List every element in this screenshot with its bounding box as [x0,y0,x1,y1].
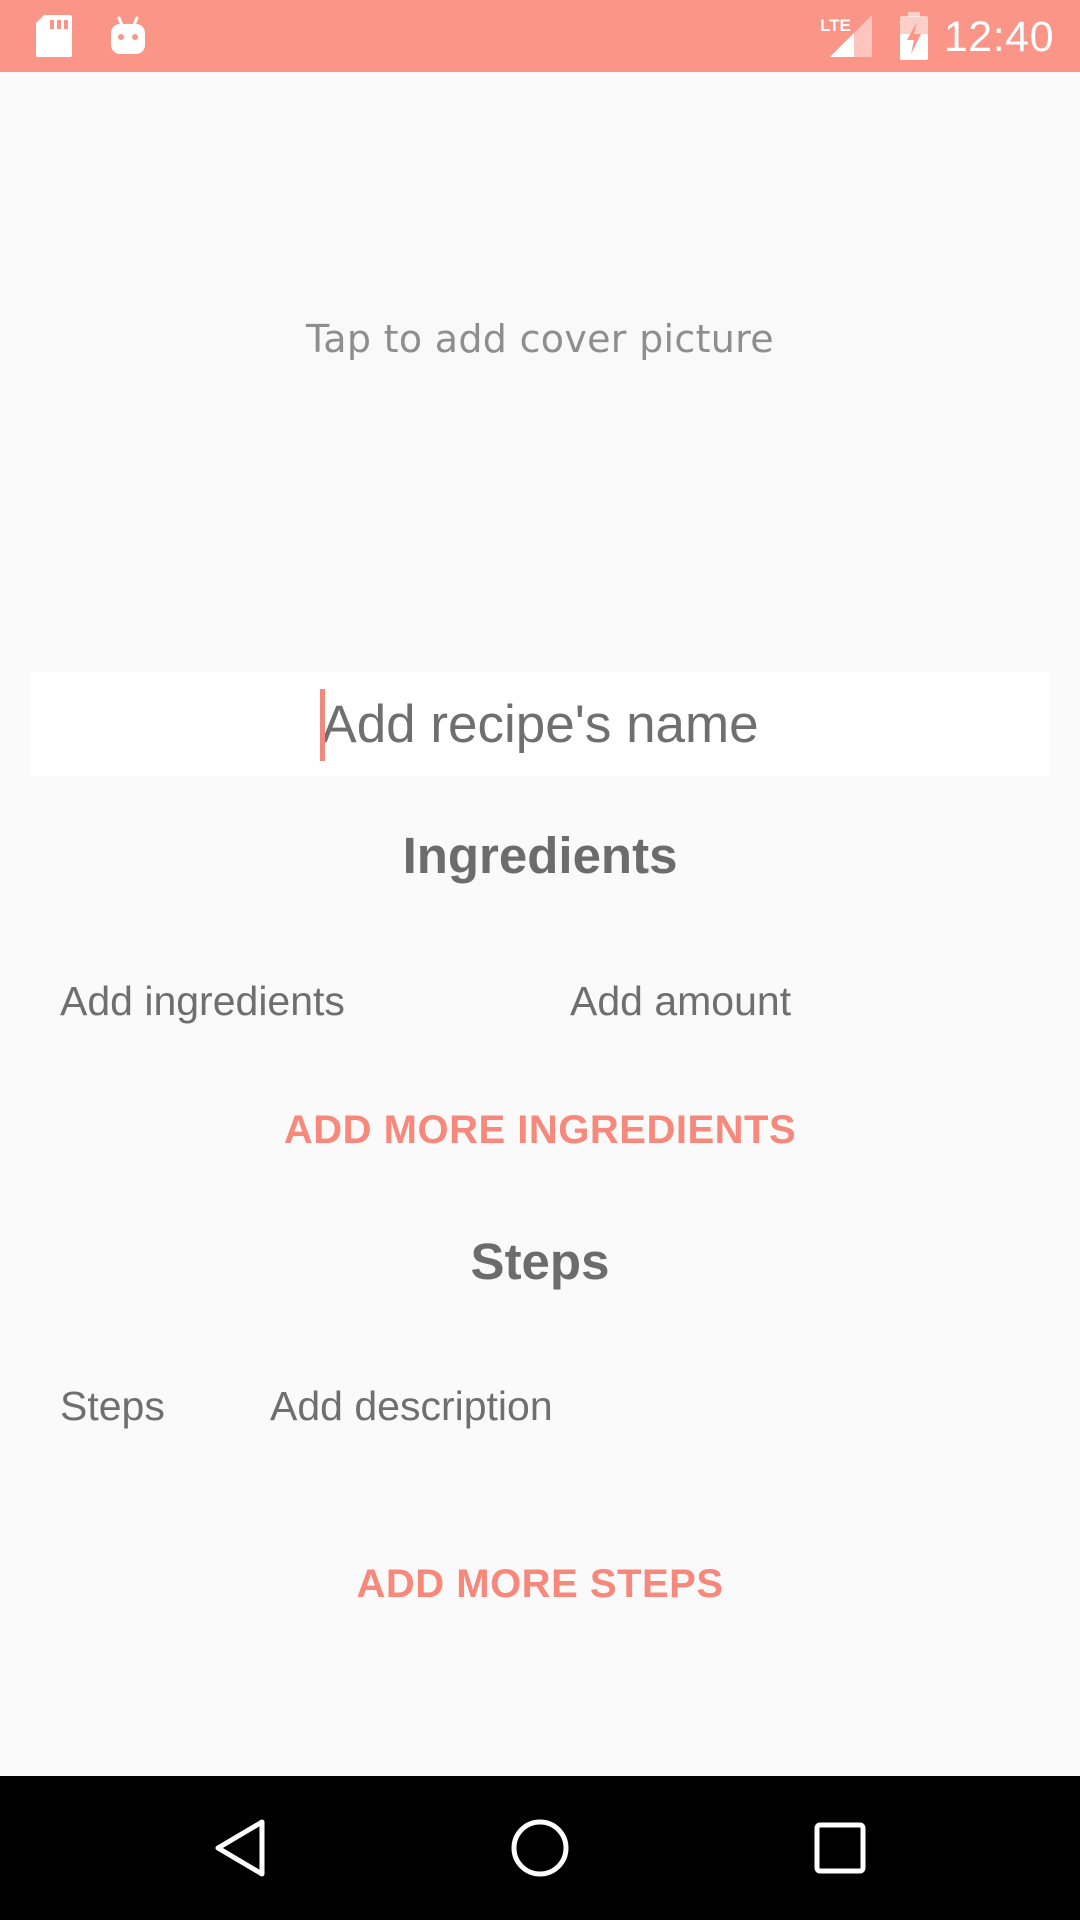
home-icon[interactable] [460,1776,620,1920]
status-time: 12:40 [943,13,1054,61]
battery-charging-icon [896,0,932,72]
lte-signal-icon: LTE [818,0,876,72]
cover-picture-prompt: Tap to add cover picture [306,317,774,361]
steps-title: Steps [470,1233,610,1290]
navigation-bar [0,1776,1080,1920]
recents-icon[interactable] [760,1776,920,1920]
ingredient-amount-field[interactable]: Add amount [570,978,791,1025]
text-cursor [320,689,325,761]
sd-card-icon [30,0,78,72]
step-description-field[interactable]: Add description [270,1383,553,1430]
cover-picture-area[interactable]: Tap to add cover picture [56,130,1024,674]
step-number-label: Steps [60,1383,165,1429]
status-bar: LTE 12:40 [0,0,1080,72]
android-debug-icon [104,0,152,72]
add-more-steps-button[interactable]: ADD MORE STEPS [0,1562,1080,1607]
back-icon[interactable] [160,1776,320,1920]
recipe-name-input[interactable] [40,693,1040,755]
lte-label: LTE [820,16,851,35]
ingredient-name-field[interactable]: Add ingredients [60,978,345,1025]
ingredients-title: Ingredients [402,827,678,884]
recipe-name-container [30,672,1050,776]
add-more-ingredients-button[interactable]: ADD MORE INGREDIENTS [0,1108,1080,1153]
